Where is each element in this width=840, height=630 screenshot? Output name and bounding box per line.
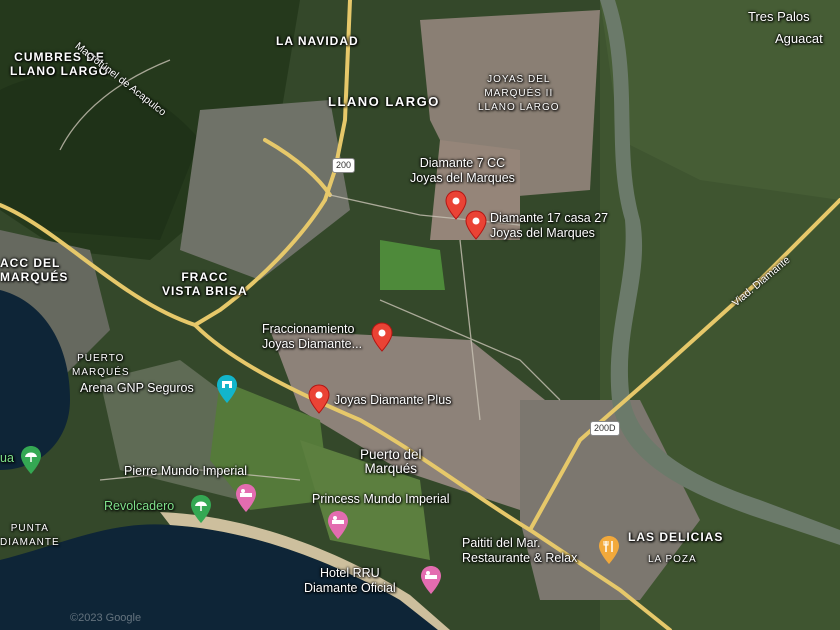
- area-label-llano-largo: LLANO LARGO: [328, 94, 440, 109]
- poi-label-revolcadero[interactable]: Revolcadero: [104, 499, 174, 514]
- hotel-bed-icon[interactable]: [420, 565, 442, 595]
- beach-umbrella-icon[interactable]: [190, 494, 212, 524]
- beach-umbrella-icon[interactable]: [20, 445, 42, 475]
- poi-label-ua[interactable]: ua: [0, 451, 14, 466]
- area-label-fracc-marques: ACC DEL MARQUÉS: [0, 256, 69, 284]
- highway-shield-200: 200: [332, 158, 356, 173]
- hotel-bed-icon[interactable]: [235, 483, 257, 513]
- marker-label-joyas-plus[interactable]: Joyas Diamante Plus: [334, 393, 451, 408]
- map-copyright: ©2023 Google: [70, 612, 142, 624]
- poi-label-pierre[interactable]: Pierre Mundo Imperial: [124, 464, 247, 479]
- town-label-tres-palos: Tres Palos: [748, 9, 810, 24]
- poi-label-paititi[interactable]: Paititi del Mar. Restaurante & Relax: [462, 536, 577, 566]
- map-pin-icon[interactable]: [371, 322, 393, 352]
- area-label-puerto-marques: PUERTO MARQUÉS: [72, 353, 130, 378]
- poi-label-hotel-rru[interactable]: Hotel RRU Diamante Oficial: [304, 566, 396, 596]
- restaurant-fork-knife-icon[interactable]: [598, 535, 620, 565]
- town-label-aguacat: Aguacat: [775, 31, 823, 46]
- area-label-las-delicias: LAS DELICIAS: [628, 530, 724, 544]
- map-pin-icon[interactable]: [465, 210, 487, 240]
- marker-label-diamante7[interactable]: Diamante 7 CC Joyas del Marques: [410, 156, 515, 186]
- area-label-fracc-vista-brisa: FRACC VISTA BRISA: [162, 270, 248, 298]
- poi-label-princess[interactable]: Princess Mundo Imperial: [312, 492, 450, 507]
- highway-shield-200d: 200D: [590, 421, 620, 436]
- poi-label-arena[interactable]: Arena GNP Seguros: [80, 381, 194, 396]
- stadium-icon[interactable]: [216, 374, 238, 404]
- satellite-map[interactable]: CUMBRES DE LLANO LARGO LA NAVIDAD LLANO …: [0, 0, 840, 630]
- map-pin-icon[interactable]: [445, 190, 467, 220]
- hotel-bed-icon[interactable]: [327, 510, 349, 540]
- area-label-la-poza: LA POZA: [648, 554, 697, 565]
- area-label-la-navidad: LA NAVIDAD: [276, 34, 359, 48]
- area-label-punta-diamante: PUNTA DIAMANTE: [0, 523, 60, 548]
- town-label-puerto-del-marques: Puerto del Marqués: [360, 447, 422, 476]
- area-label-joyas-ii: JOYAS DEL MARQUÉS II LLANO LARGO: [478, 74, 560, 113]
- marker-label-fraccionamiento[interactable]: Fraccionamiento Joyas Diamante...: [262, 322, 362, 352]
- marker-label-diamante17[interactable]: Diamante 17 casa 27 Joyas del Marques: [490, 211, 608, 241]
- map-pin-icon[interactable]: [308, 384, 330, 414]
